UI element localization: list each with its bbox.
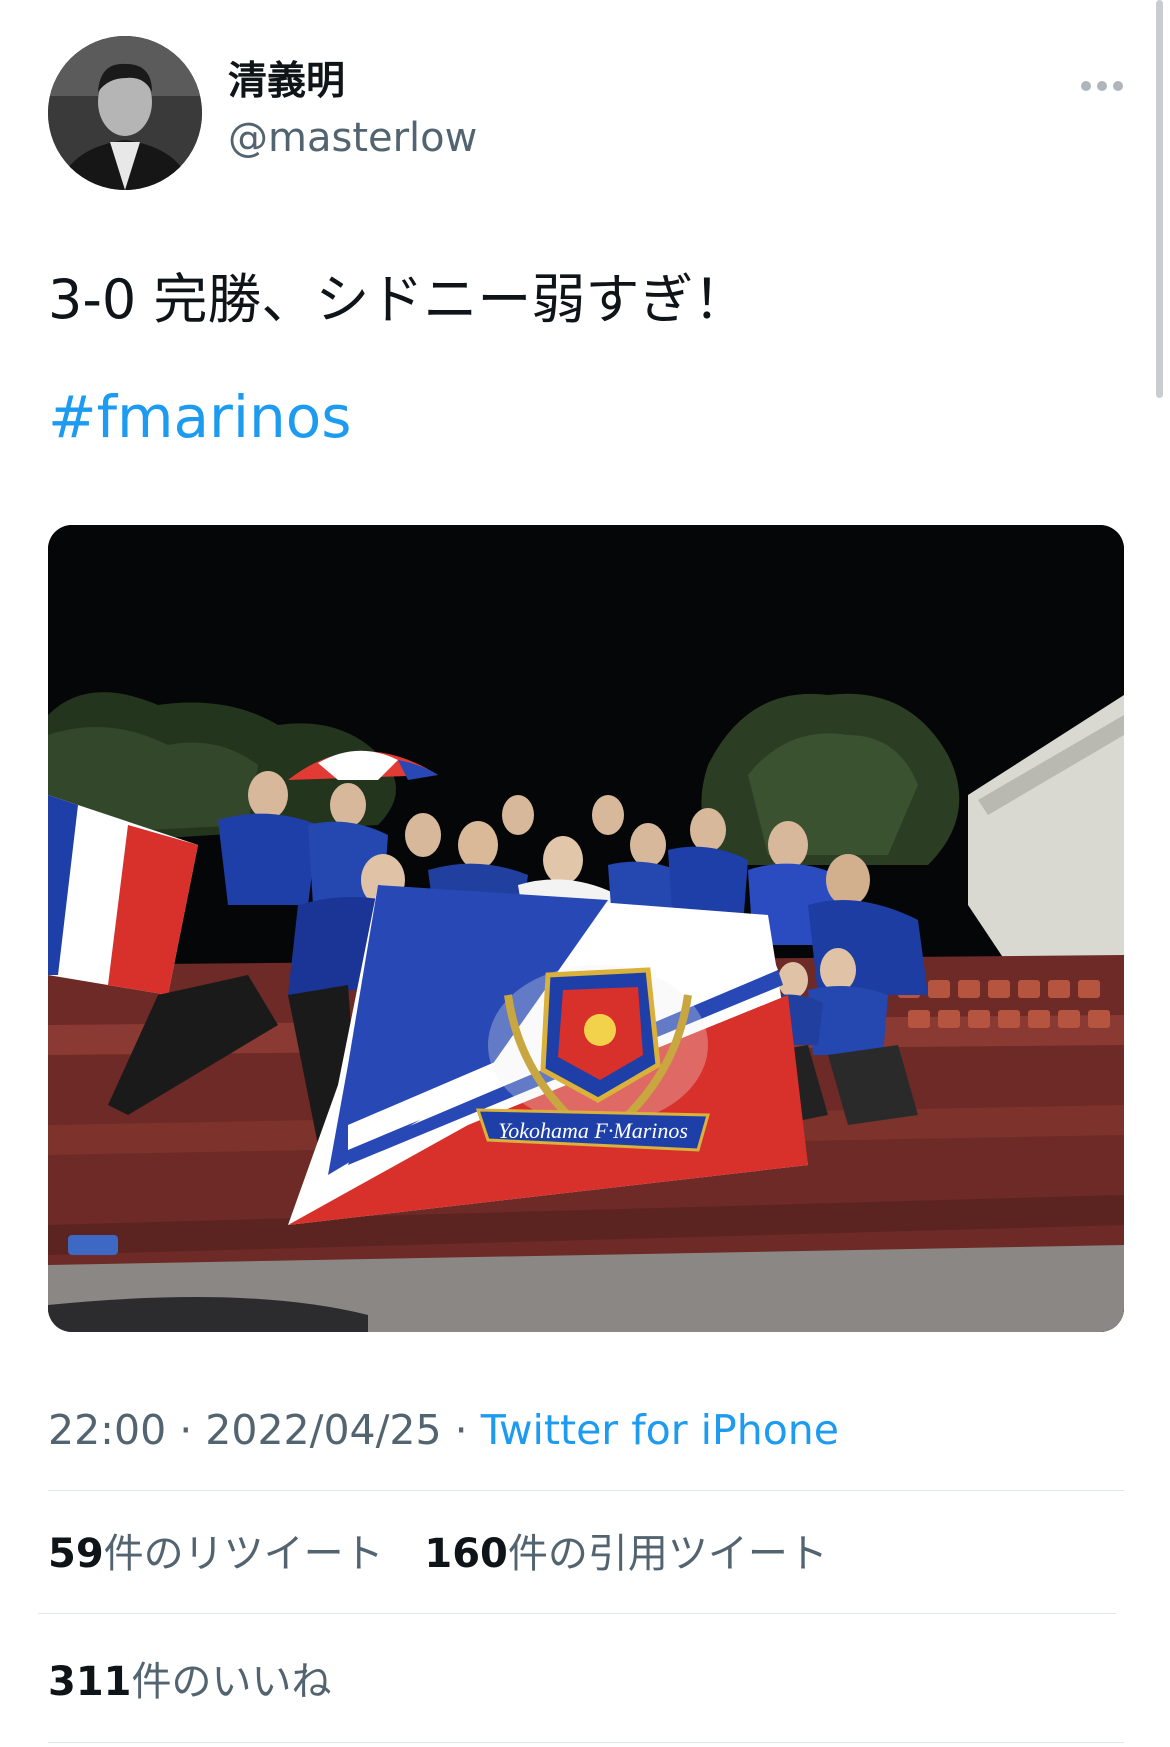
tweet-time: 22:00: [48, 1406, 167, 1454]
tweet-date: 2022/04/25: [205, 1406, 442, 1454]
hashtag-link[interactable]: #fmarinos: [48, 385, 351, 450]
quote-tweets-stat[interactable]: 160件の引用ツイート: [424, 1534, 828, 1574]
divider: [38, 1613, 1116, 1614]
likes-label: 件のいいね: [131, 1659, 332, 1705]
quotes-label: 件の引用ツイート: [507, 1531, 828, 1577]
retweets-label: 件のリツイート: [103, 1531, 384, 1577]
avatar[interactable]: [48, 36, 202, 190]
retweets-stat[interactable]: 59件のリツイート: [48, 1534, 384, 1574]
display-name[interactable]: 清義明: [228, 62, 345, 101]
likes-count: 311: [48, 1659, 132, 1705]
tweet-stats: 59件のリツイート 160件の引用ツイート: [48, 1534, 828, 1574]
flag-text: Yokohama F·Marinos: [498, 1118, 688, 1143]
divider: [48, 1490, 1124, 1491]
likes-stat[interactable]: 311件のいいね: [48, 1662, 332, 1702]
divider: [48, 1742, 1124, 1743]
stadium-fans-photo: Yokohama F·Marinos: [48, 525, 1124, 1332]
tweet-photo[interactable]: Yokohama F·Marinos: [48, 525, 1124, 1332]
tweet-source-link[interactable]: Twitter for iPhone: [481, 1406, 839, 1454]
meta-separator: ·: [454, 1406, 468, 1454]
tweet-metadata: 22:00 · 2022/04/25 · Twitter for iPhone: [48, 1410, 839, 1451]
scrollbar[interactable]: [1156, 0, 1163, 398]
tweet-text: 3-0 完勝、シドニー弱すぎ！: [48, 268, 748, 331]
user-handle[interactable]: @masterlow: [228, 118, 477, 158]
quotes-count: 160: [424, 1531, 508, 1577]
more-options-button[interactable]: [1072, 66, 1132, 106]
more-horizontal-icon: [1081, 81, 1123, 91]
meta-separator: ·: [179, 1406, 193, 1454]
retweets-count: 59: [48, 1531, 104, 1577]
avatar-photo: [48, 36, 202, 190]
